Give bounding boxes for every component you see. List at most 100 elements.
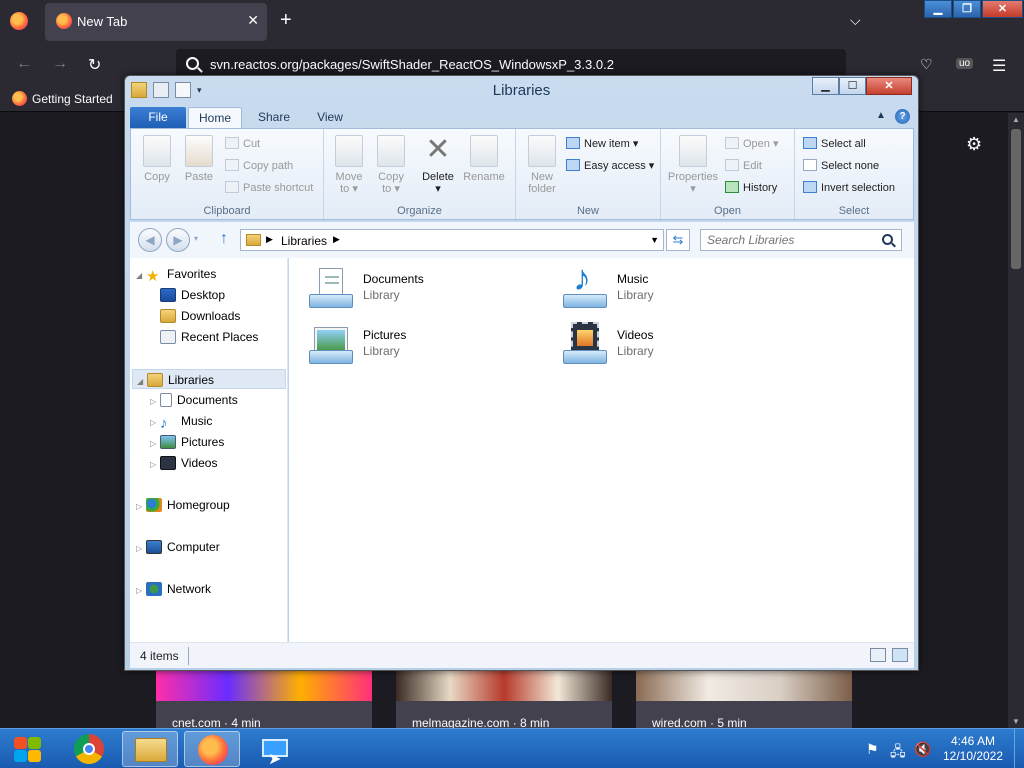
forward-button[interactable]: ▶ [166, 228, 190, 252]
reload-icon[interactable]: ↻ [88, 55, 101, 75]
search-icon[interactable] [882, 234, 893, 245]
expand-arrow-icon[interactable]: ▷ [150, 392, 160, 412]
tab-close-icon[interactable]: ✕ [247, 12, 259, 29]
paste-shortcut-button[interactable]: Paste shortcut [225, 181, 313, 199]
select-all-button[interactable]: Select all [803, 137, 866, 155]
select-none-button[interactable]: Select none [803, 159, 879, 177]
copy-path-button[interactable]: Copy path [225, 159, 293, 177]
nav-item-documents[interactable]: ▷ Documents [150, 390, 238, 410]
large-icons-view-icon[interactable] [892, 648, 908, 662]
recent-locations-icon[interactable]: ▾ [194, 234, 198, 243]
cut-button[interactable]: Cut [225, 137, 260, 155]
forward-icon[interactable]: → [52, 55, 68, 73]
move-to-button[interactable]: Move to ▾ [330, 135, 368, 195]
collapse-ribbon-icon[interactable]: ▲ [876, 110, 886, 121]
library-item-pictures[interactable]: Pictures Library [307, 322, 527, 372]
close-button[interactable]: ✕ [866, 77, 912, 95]
easy-access-button[interactable]: Easy access ▾ [566, 159, 654, 177]
music-note-icon: ♪ [160, 415, 168, 432]
nav-item-recent-places[interactable]: Recent Places [160, 327, 258, 347]
nav-item-downloads[interactable]: Downloads [160, 306, 240, 326]
expand-arrow-icon[interactable]: ▷ [136, 497, 146, 517]
nav-item-music[interactable]: ▷ ♪ Music [150, 411, 212, 431]
taskbar-firefox[interactable] [184, 731, 240, 767]
breadcrumb-libraries[interactable]: Libraries [281, 234, 327, 248]
top-site-tile[interactable]: wired.com · 5 min [636, 670, 852, 730]
nav-item-favorites[interactable]: ◢ ★ Favorites [136, 264, 216, 284]
details-view-icon[interactable] [870, 648, 886, 662]
new-tab-button[interactable]: + [280, 10, 292, 30]
nav-item-homegroup[interactable]: ▷ Homegroup [136, 495, 230, 515]
address-dropdown-icon[interactable]: ▼ [650, 235, 659, 245]
explorer-window-controls: ▁ ☐ ✕ [812, 77, 912, 95]
top-site-tile[interactable]: melmagazine.com · 8 min [396, 670, 612, 730]
history-button[interactable]: History [725, 181, 777, 199]
copy-button[interactable]: Copy [137, 135, 177, 183]
collapse-arrow-icon[interactable]: ◢ [137, 372, 147, 392]
start-button[interactable] [8, 735, 48, 763]
firefox-tab-new-tab[interactable]: New Tab ✕ [45, 3, 267, 41]
edit-button[interactable]: Edit [725, 159, 762, 177]
show-desktop-button[interactable] [1014, 729, 1024, 768]
minimize-button[interactable]: ▁ [812, 77, 839, 95]
nav-item-network[interactable]: ▷ Network [136, 579, 211, 599]
paste-button[interactable]: Paste [179, 135, 219, 183]
nav-item-videos[interactable]: ▷ Videos [150, 453, 217, 473]
properties-icon [679, 135, 707, 167]
tab-view[interactable]: View [306, 107, 354, 128]
system-clock[interactable]: 4:46 AM 12/10/2022 [938, 734, 1008, 764]
action-center-flag-icon[interactable]: ⚑ [866, 741, 879, 758]
address-bar[interactable]: ▶ Libraries ▶ ▼ [240, 229, 664, 251]
hamburger-menu-icon[interactable]: ☰ [992, 56, 1006, 76]
ublock-icon[interactable]: uo [956, 58, 974, 69]
maximize-button[interactable]: ☐ [839, 77, 866, 95]
breadcrumb-chevron-icon[interactable]: ▶ [333, 234, 340, 245]
expand-arrow-icon[interactable]: ▷ [136, 581, 146, 601]
nav-item-libraries[interactable]: ◢ Libraries [132, 369, 286, 389]
back-icon[interactable]: ← [16, 55, 32, 73]
tab-file[interactable]: File [130, 107, 186, 128]
back-button[interactable]: ◀ [138, 228, 162, 252]
refresh-button[interactable]: ⇆ [666, 229, 690, 251]
close-button[interactable]: ✕ [982, 0, 1023, 18]
minimize-button[interactable]: ▁ [924, 0, 952, 18]
rename-button[interactable]: Rename [460, 135, 508, 183]
tab-home[interactable]: Home [188, 107, 242, 128]
copy-to-button[interactable]: Copy to ▾ [372, 135, 410, 195]
taskbar-file-explorer[interactable] [122, 731, 178, 767]
up-arrow-icon[interactable]: ↑ [220, 230, 228, 248]
delete-button[interactable]: ✕ Delete ▾ [416, 135, 460, 196]
tab-share[interactable]: Share [250, 107, 298, 128]
pocket-icon[interactable]: ♡ [920, 56, 933, 73]
library-item-music[interactable]: ♪ Music Library [561, 260, 781, 316]
nav-item-desktop[interactable]: Desktop [160, 285, 225, 305]
library-item-documents[interactable]: Documents Library [307, 266, 527, 316]
new-folder-button[interactable]: New folder [520, 135, 564, 195]
nav-item-pictures[interactable]: ▷ Pictures [150, 432, 224, 452]
expand-arrow-icon[interactable]: ▷ [136, 539, 146, 559]
bookmark-getting-started[interactable]: Getting Started [32, 92, 113, 106]
search-input[interactable] [700, 229, 902, 251]
new-item-button[interactable]: New item ▾ [566, 137, 638, 155]
open-button[interactable]: Open ▾ [725, 137, 779, 155]
newtab-settings-gear-icon[interactable]: ⚙ [966, 134, 982, 155]
taskbar-remote-desktop[interactable]: ➤ [246, 731, 302, 768]
taskbar-chrome[interactable] [62, 731, 118, 767]
expand-arrow-icon[interactable]: ▷ [150, 455, 160, 475]
help-icon[interactable]: ? [895, 109, 910, 124]
network-tray-icon[interactable]: 🖧 [890, 741, 906, 765]
invert-selection-button[interactable]: Invert selection [803, 181, 895, 199]
top-site-tile[interactable]: cnet.com · 4 min [156, 670, 372, 730]
expand-arrow-icon[interactable]: ▷ [150, 413, 160, 433]
volume-muted-icon[interactable]: 🔇 [914, 741, 931, 758]
list-all-tabs-icon[interactable]: ⌵ [850, 12, 861, 29]
properties-button[interactable]: Properties ▾ [667, 135, 719, 195]
collapse-arrow-icon[interactable]: ◢ [136, 266, 146, 286]
expand-arrow-icon[interactable]: ▷ [150, 434, 160, 454]
maximize-button[interactable]: ❐ [953, 0, 981, 18]
nav-item-computer[interactable]: ▷ Computer [136, 537, 220, 557]
scrollbar-thumb[interactable] [1011, 129, 1021, 269]
library-item-videos[interactable]: Videos Library [561, 322, 781, 372]
page-scrollbar[interactable]: ▲ ▼ [1008, 113, 1024, 728]
firefox-menu-icon[interactable] [10, 12, 28, 30]
